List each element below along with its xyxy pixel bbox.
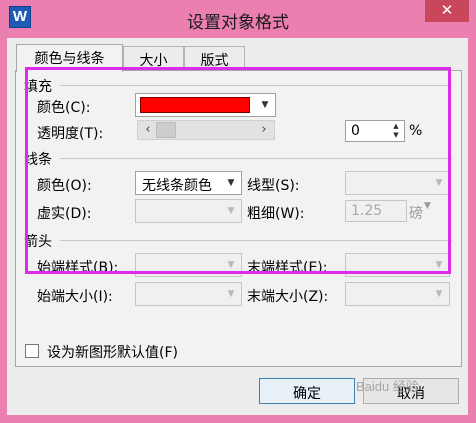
fill-color-label: 颜色(C): xyxy=(37,100,91,116)
dash-dropdown[interactable]: ▼ xyxy=(135,199,242,223)
weight-unit: 磅 xyxy=(409,206,423,222)
begin-style-dropdown[interactable]: ▼ xyxy=(135,253,242,277)
dialog-body: 颜色与线条 大小 版式 填充 颜色(C): ▼ 透明度(T): ‹ › 0 ▲ ▼… xyxy=(7,38,468,415)
chevron-right-icon[interactable]: › xyxy=(256,121,272,139)
spin-up-icon[interactable]: ▲ xyxy=(389,122,403,131)
chevron-down-icon: ▼ xyxy=(435,289,443,299)
close-icon: ✕ xyxy=(440,1,454,19)
tab-size[interactable]: 大小 xyxy=(123,46,184,70)
dash-label: 虚实(D): xyxy=(37,206,92,222)
close-button[interactable]: ✕ xyxy=(425,0,469,22)
dialog-window: W 设置对象格式 ✕ 颜色与线条 大小 版式 填充 颜色(C): ▼ 透明度(T… xyxy=(0,0,476,423)
chevron-down-icon: ▼ xyxy=(424,201,431,211)
chevron-down-icon: ▼ xyxy=(227,178,235,188)
end-size-dropdown[interactable]: ▼ xyxy=(345,282,450,306)
spinner-buttons[interactable]: ▲ ▼ xyxy=(389,122,403,140)
watermark: Baidu 经验 xyxy=(356,379,419,394)
default-checkbox[interactable] xyxy=(25,344,39,358)
dialog-title: 设置对象格式 xyxy=(187,13,289,33)
line-color-dropdown[interactable]: 无线条颜色 ▼ xyxy=(135,171,242,195)
begin-style-label: 始端样式(B): xyxy=(37,260,119,276)
tab-layout[interactable]: 版式 xyxy=(184,46,245,70)
chevron-down-icon: ▼ xyxy=(227,260,235,270)
tab-color-and-lines[interactable]: 颜色与线条 xyxy=(16,44,123,72)
title-bar[interactable]: W 设置对象格式 ✕ xyxy=(0,0,476,38)
weight-label: 粗细(W): xyxy=(247,206,305,222)
chevron-down-icon: ▼ xyxy=(261,100,269,110)
transparency-unit: % xyxy=(409,123,423,139)
fill-section-title: 填充 xyxy=(24,79,52,95)
begin-size-dropdown[interactable]: ▼ xyxy=(135,282,242,306)
end-size-label: 末端大小(Z): xyxy=(247,289,329,305)
default-checkbox-label[interactable]: 设为新图形默认值(F) xyxy=(47,342,178,362)
fill-color-swatch xyxy=(140,97,250,113)
line-type-dropdown[interactable]: ▼ xyxy=(345,171,450,195)
arrows-divider xyxy=(60,240,452,241)
line-type-label: 线型(S): xyxy=(247,178,300,194)
ok-button[interactable]: 确定 xyxy=(259,378,355,404)
fill-color-dropdown[interactable]: ▼ xyxy=(135,93,276,117)
spin-down-icon[interactable]: ▼ xyxy=(389,131,403,140)
fill-divider xyxy=(60,85,452,86)
end-style-label: 末端样式(E): xyxy=(247,260,328,276)
chevron-down-icon: ▼ xyxy=(435,260,443,270)
end-style-dropdown[interactable]: ▼ xyxy=(345,253,450,277)
line-divider xyxy=(60,158,452,159)
weight-value: 1.25 xyxy=(351,203,383,219)
weight-input[interactable]: 1.25 xyxy=(345,200,407,222)
chevron-down-icon: ▼ xyxy=(227,206,235,216)
line-color-value: 无线条颜色 xyxy=(142,178,212,194)
arrows-section-title: 箭头 xyxy=(24,234,52,250)
chevron-down-icon: ▼ xyxy=(435,178,443,188)
transparency-value: 0 xyxy=(351,123,360,139)
line-color-label: 颜色(O): xyxy=(37,178,92,194)
chevron-left-icon[interactable]: ‹ xyxy=(140,121,156,139)
begin-size-label: 始端大小(I): xyxy=(37,289,113,305)
transparency-label: 透明度(T): xyxy=(37,126,104,142)
line-section-title: 线条 xyxy=(24,152,52,168)
transparency-slider[interactable]: ‹ › xyxy=(137,120,275,140)
chevron-down-icon: ▼ xyxy=(227,289,235,299)
slider-thumb[interactable] xyxy=(156,122,176,138)
transparency-input[interactable]: 0 ▲ ▼ xyxy=(345,120,405,142)
